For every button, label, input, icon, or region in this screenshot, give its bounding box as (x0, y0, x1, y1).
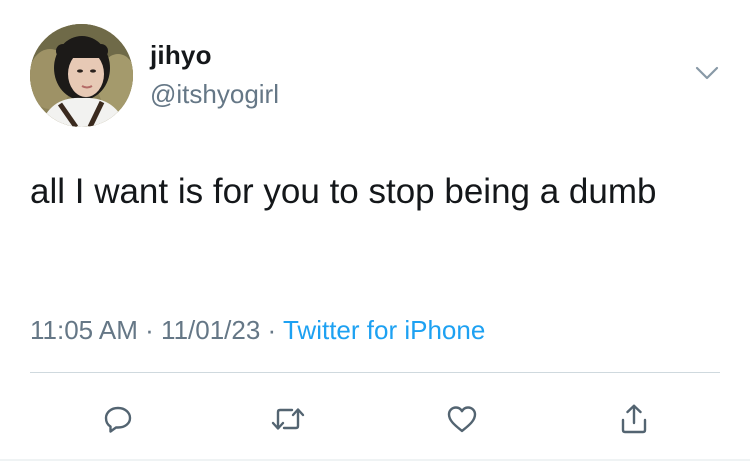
tweet-source-link[interactable]: Twitter for iPhone (283, 315, 485, 345)
share-button[interactable] (612, 397, 656, 441)
heart-icon (447, 406, 477, 433)
user-handle[interactable]: @itshyogirl (150, 78, 279, 110)
tweet-time: 11:05 AM (30, 315, 138, 345)
display-name[interactable]: jihyo (150, 40, 212, 70)
reply-icon (104, 406, 132, 433)
like-button[interactable] (440, 397, 484, 441)
avatar[interactable] (30, 24, 133, 127)
profile-photo-icon (30, 24, 133, 127)
meta-separator: · (137, 315, 162, 345)
tweet-date: 11/01/23 (161, 315, 261, 345)
retweet-button[interactable] (266, 397, 310, 441)
chevron-down-icon[interactable] (694, 64, 720, 82)
tweet-metadata: 11:05 AM · 11/01/23 · Twitter for iPhone (30, 313, 485, 347)
tweet-card: jihyo @itshyogirl all I want is for you … (0, 0, 750, 461)
tweet-text: all I want is for you to stop being a du… (30, 172, 657, 211)
divider (30, 372, 720, 373)
meta-separator: · (260, 315, 283, 345)
reply-button[interactable] (96, 397, 140, 441)
retweet-icon (271, 408, 305, 430)
share-icon (621, 404, 647, 434)
